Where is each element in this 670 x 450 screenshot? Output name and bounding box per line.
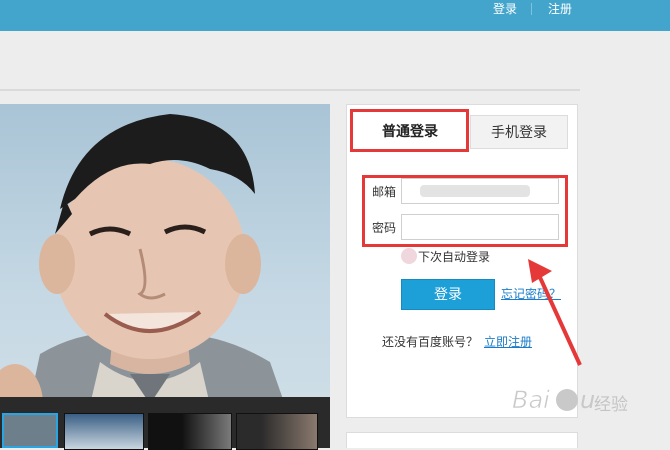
svg-text:Bai: Bai — [512, 386, 550, 414]
topbar-separator — [531, 3, 532, 15]
thumbnail-1[interactable] — [2, 413, 58, 448]
thumbnail-2[interactable] — [64, 413, 144, 450]
login-button[interactable]: 登录 — [401, 279, 495, 310]
content-divider — [0, 89, 580, 91]
red-arrow-icon — [528, 259, 582, 366]
remember-checkbox[interactable] — [401, 248, 417, 264]
thumbnail-4[interactable] — [236, 413, 318, 450]
thumbnail-3[interactable] — [148, 413, 232, 450]
highlight-box-fields — [362, 175, 568, 247]
tab-phone-login[interactable]: 手机登录 — [470, 115, 568, 149]
watermark-text: 经验 — [594, 395, 628, 415]
remember-label: 下次自动登录 — [418, 250, 491, 264]
svg-text:u: u — [580, 386, 595, 414]
top-bar: 登录 注册 — [0, 0, 670, 31]
secondary-panel — [346, 432, 578, 448]
login-link[interactable]: 登录 — [493, 0, 517, 31]
register-link[interactable]: 注册 — [548, 0, 572, 31]
no-account-text: 还没有百度账号？ — [382, 335, 479, 349]
highlight-box-tab — [350, 109, 469, 152]
